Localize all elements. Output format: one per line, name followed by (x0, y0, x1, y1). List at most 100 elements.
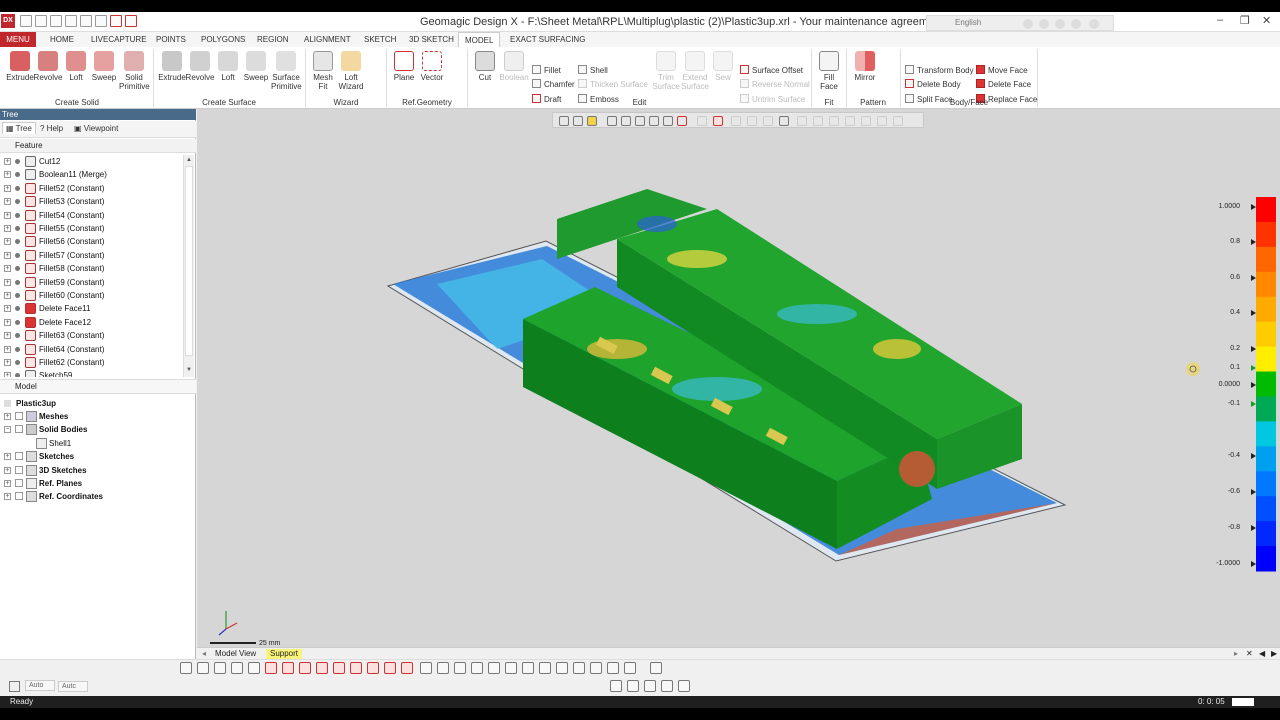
screenshot-icon[interactable] (893, 116, 903, 126)
tool-icon[interactable] (333, 662, 345, 674)
tab-exact-surfacing[interactable]: EXACT SURFACING (504, 32, 591, 47)
tab-scroll-right-icon[interactable]: ▸ (1230, 649, 1242, 659)
pan-icon[interactable] (845, 116, 855, 126)
visibility-checkbox[interactable] (15, 425, 23, 434)
language-select[interactable]: English (955, 18, 981, 27)
expand-icon[interactable]: + (4, 372, 11, 377)
expand-icon[interactable]: + (4, 345, 11, 353)
feature-item[interactable]: + Delete Face12 (0, 316, 183, 329)
expand-icon[interactable]: + (4, 493, 11, 501)
menu-button[interactable]: MENU (0, 32, 36, 47)
visibility-dot-icon[interactable] (15, 306, 20, 312)
trim-surface-button[interactable]: Trim Surface (652, 51, 680, 91)
color-map-marker[interactable] (1251, 204, 1256, 210)
close-button[interactable]: ✕ (1262, 14, 1271, 27)
tool-icon[interactable] (650, 662, 662, 674)
color-map-marker[interactable] (1251, 401, 1256, 407)
fillet-button[interactable]: Fillet (532, 64, 561, 77)
tab-next-icon[interactable]: ▶ (1267, 649, 1280, 659)
boolean-button[interactable]: Boolean (499, 51, 529, 82)
color-map-marker[interactable] (1251, 365, 1256, 371)
model-item[interactable]: + Ref. Planes (0, 477, 196, 490)
visibility-checkbox[interactable] (15, 412, 23, 420)
loft-surface-button[interactable]: Loft (213, 51, 243, 82)
tool-icon[interactable] (401, 662, 413, 674)
tab-model[interactable]: MODEL (458, 32, 501, 48)
tab-sketch[interactable]: SKETCH (358, 32, 402, 47)
feature-item[interactable]: + Delete Face11 (0, 302, 183, 315)
feature-item[interactable]: + Fillet63 (Constant) (0, 329, 183, 342)
tab-polygons[interactable]: POLYGONS (195, 32, 251, 47)
open-file-icon[interactable] (35, 15, 47, 27)
new-file-icon[interactable] (20, 15, 32, 27)
model-item[interactable]: + Meshes (0, 410, 196, 423)
tab-help[interactable]: ? Help (40, 124, 63, 133)
model-item[interactable]: +3D Sketches (0, 464, 196, 477)
tab-region[interactable]: REGION (251, 32, 295, 47)
model-root[interactable]: Plastic3up (0, 397, 196, 410)
filter-mode-input[interactable]: Autc (58, 681, 88, 692)
visibility-dot-icon[interactable] (15, 226, 20, 231)
expand-icon[interactable]: + (4, 292, 11, 299)
visibility-checkbox[interactable] (15, 479, 23, 487)
extend-surface-button[interactable]: Extend Surface (681, 51, 709, 91)
color-map-marker[interactable] (1251, 275, 1256, 281)
tool-icon[interactable] (590, 662, 602, 674)
save-as-icon[interactable] (65, 15, 77, 27)
select-all-icon[interactable] (747, 116, 757, 126)
save-icon[interactable] (50, 15, 62, 27)
mesh-fit-button[interactable]: Mesh Fit (308, 51, 338, 91)
tool-icon[interactable] (624, 662, 636, 674)
import-icon[interactable] (80, 15, 92, 27)
color-map-marker[interactable] (1251, 489, 1256, 495)
expand-icon[interactable]: + (4, 238, 11, 246)
tab-livecapture[interactable]: LIVECAPTURE (85, 32, 153, 47)
tool-icon[interactable] (488, 662, 500, 674)
visibility-dot-icon[interactable] (15, 293, 20, 298)
shell-button[interactable]: Shell (578, 64, 608, 77)
color-map-marker[interactable] (1251, 561, 1256, 567)
visibility-dot-icon[interactable] (15, 159, 20, 164)
select-icon[interactable] (731, 116, 741, 126)
tab-model-view[interactable]: Model View (211, 649, 260, 659)
expand-icon[interactable]: − (4, 426, 11, 434)
surface-offset-button[interactable]: Surface Offset (740, 64, 803, 77)
tool-icon[interactable] (420, 662, 432, 674)
delete-body-button[interactable]: Delete Body (905, 78, 961, 91)
tab-points[interactable]: POINTS (150, 32, 192, 47)
tool-icon[interactable] (454, 662, 466, 674)
expand-icon[interactable]: + (4, 278, 11, 286)
deviation-color-map[interactable] (1251, 197, 1276, 572)
measure-icon[interactable] (697, 116, 707, 126)
visibility-dot-icon[interactable] (15, 252, 20, 258)
box-view-icon[interactable] (607, 116, 617, 126)
feature-scrollbar[interactable]: ▲ ▼ (183, 155, 194, 377)
visibility-dot-icon[interactable] (15, 212, 20, 218)
web-icon[interactable] (1055, 19, 1065, 29)
expand-icon[interactable]: + (4, 158, 11, 165)
feature-item[interactable]: + Fillet54 (Constant) (0, 209, 183, 222)
feature-item[interactable]: + Fillet64 (Constant) (0, 343, 183, 356)
scroll-down-icon[interactable]: ▼ (186, 367, 192, 373)
expand-icon[interactable]: + (4, 332, 11, 340)
tool-icon[interactable] (522, 662, 534, 674)
revolve-solid-button[interactable]: Revolve (33, 51, 63, 82)
tab-tree[interactable]: ▦ Tree (2, 122, 36, 134)
feature-item[interactable]: + Fillet53 (Constant) (0, 195, 183, 208)
tool-icon[interactable] (384, 662, 396, 674)
scroll-up-icon[interactable]: ▲ (186, 157, 192, 163)
tool-icon[interactable] (573, 662, 585, 674)
redo-icon[interactable] (125, 15, 137, 27)
visibility-dot-icon[interactable] (15, 172, 20, 178)
expand-icon[interactable]: + (4, 466, 11, 474)
sew-button[interactable]: Sew (709, 51, 737, 82)
tool-icon[interactable] (539, 662, 551, 674)
tool-icon[interactable] (282, 662, 294, 674)
expand-icon[interactable]: + (4, 184, 11, 192)
sweep-surface-button[interactable]: Sweep (241, 51, 271, 82)
expand-icon[interactable]: + (4, 251, 11, 259)
color-map-marker[interactable] (1251, 453, 1256, 459)
feature-item[interactable]: + Boolean11 (Merge) (0, 168, 183, 181)
app-logo[interactable]: DX (1, 14, 15, 28)
about-icon[interactable] (1089, 19, 1099, 29)
